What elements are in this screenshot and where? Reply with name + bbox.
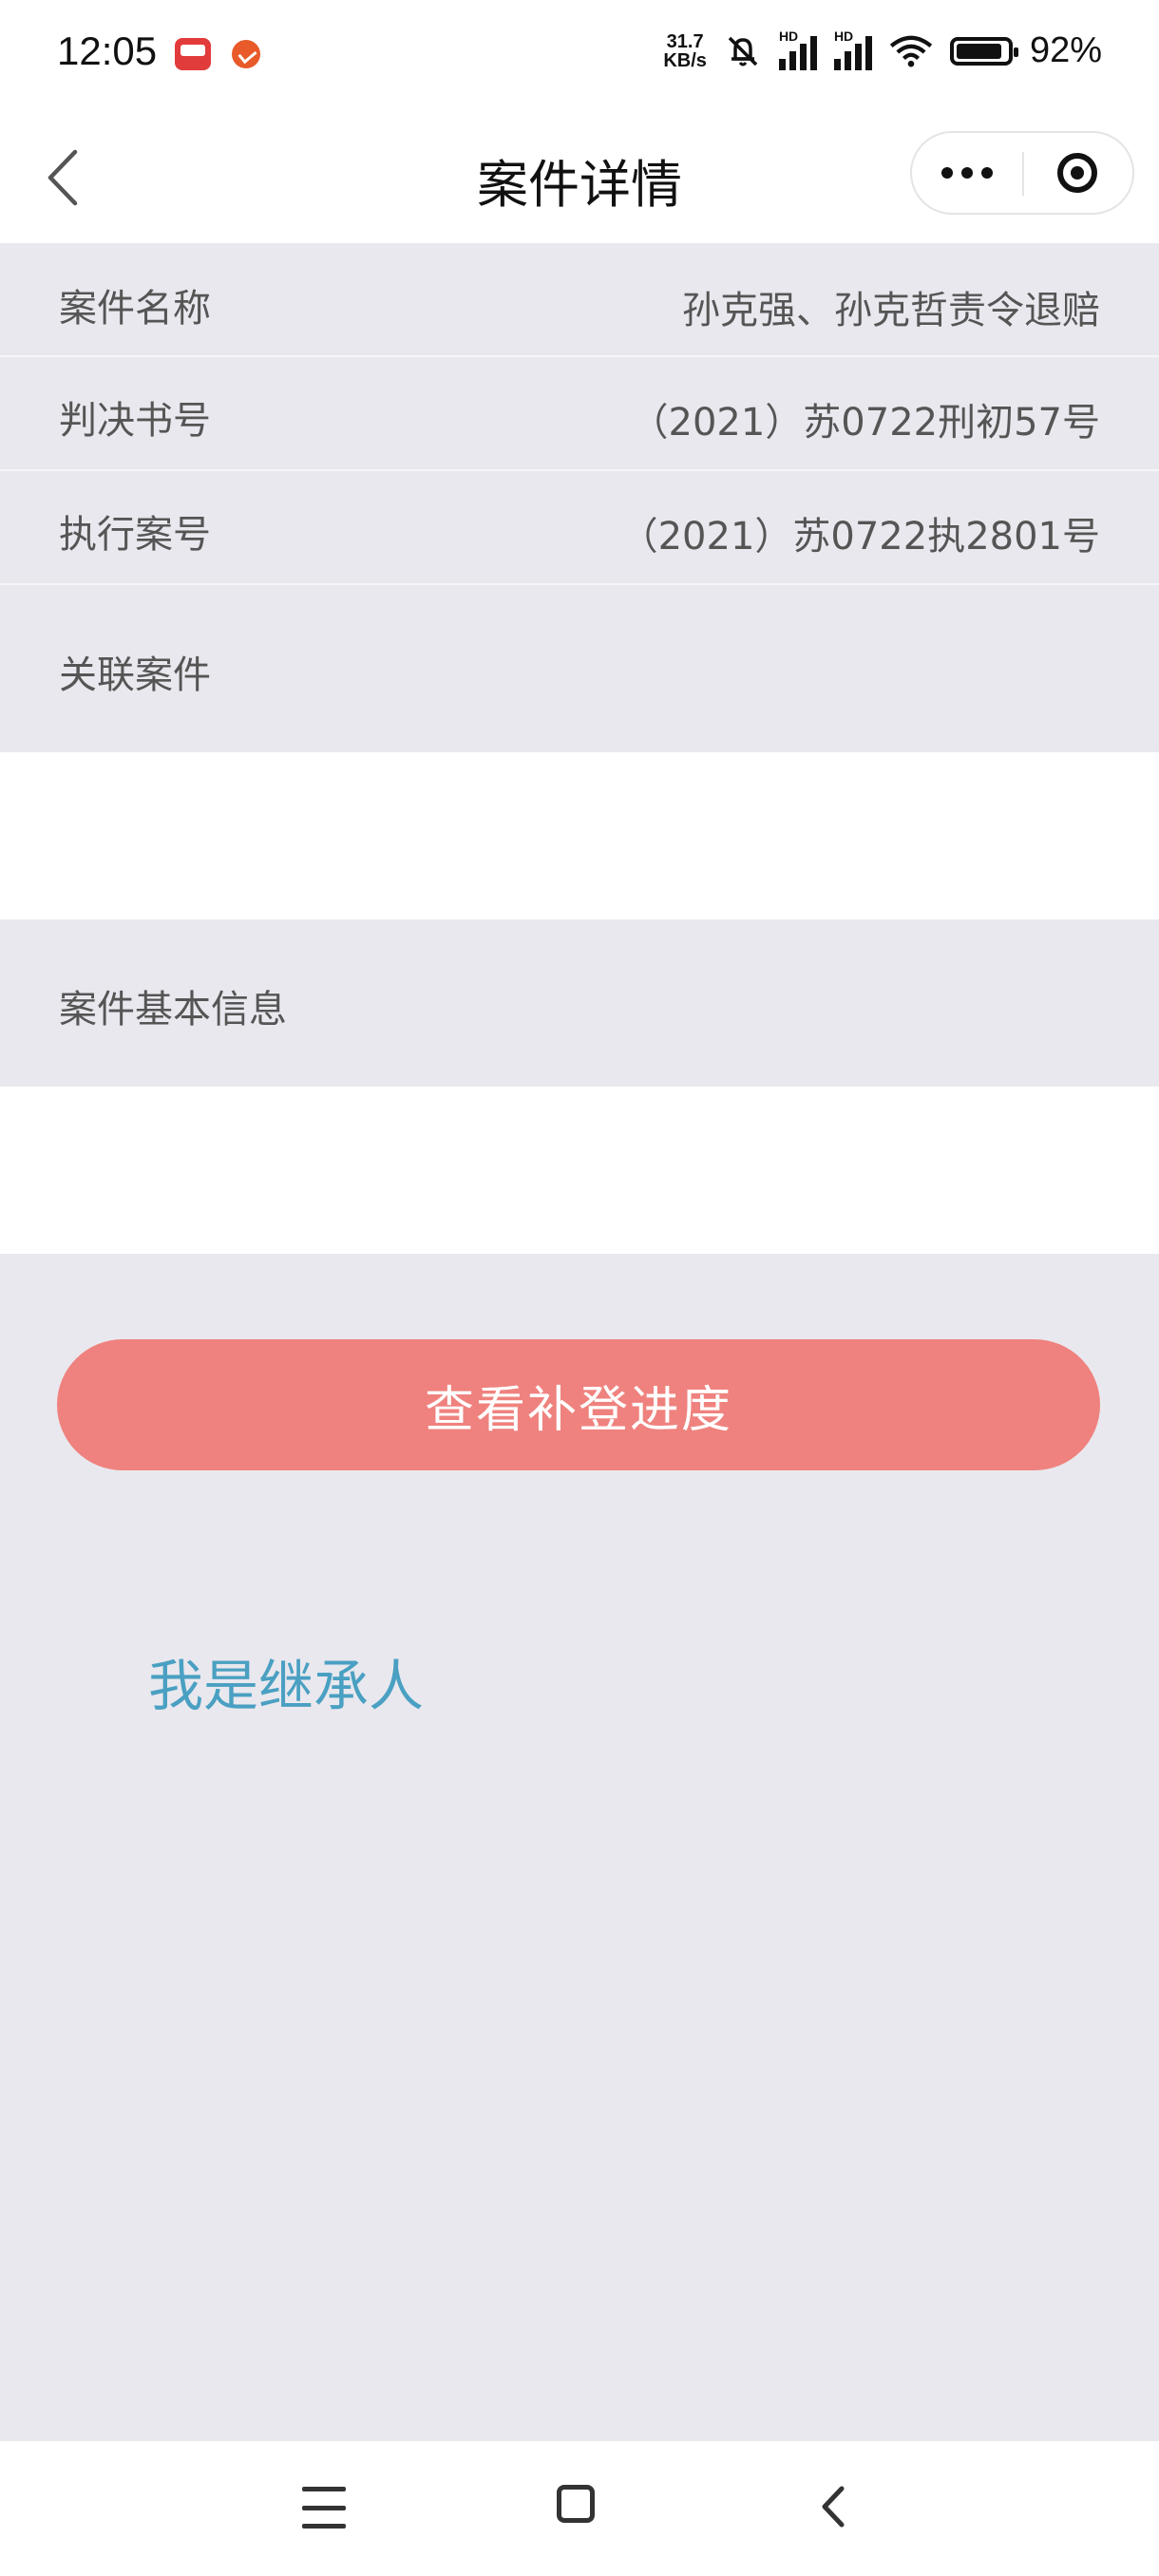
network-speed: 31.7 KB/s xyxy=(663,32,707,70)
cell-signal-1-icon: HD xyxy=(778,28,817,70)
case-name-label: 案件名称 xyxy=(59,287,211,331)
cell-signal-2-icon: HD xyxy=(833,28,872,70)
related-cases-row: 关联案件 xyxy=(0,585,1159,752)
notification-app-icon-2 xyxy=(232,40,260,68)
judgment-number-row: 判决书号 （2021）苏0722刑初57号 xyxy=(0,357,1159,471)
miniprogram-capsule xyxy=(910,131,1134,215)
wifi-icon xyxy=(889,35,933,67)
battery-icon xyxy=(949,36,1018,66)
network-speed-value: 31.7 xyxy=(666,30,704,52)
case-name-value: 孙克强、孙克哲责令退赔 xyxy=(682,289,1100,332)
case-name-row: 案件名称 孙克强、孙克哲责令退赔 xyxy=(0,243,1159,357)
status-time: 12:05 xyxy=(57,28,158,73)
bell-muted-icon xyxy=(728,36,758,66)
execution-number-value: （2021）苏0722执2801号 xyxy=(619,515,1100,559)
menu-line xyxy=(302,2524,346,2529)
home-button[interactable] xyxy=(557,2485,595,2523)
chevron-left-icon xyxy=(822,2486,845,2528)
nav-bar: 案件详情 xyxy=(0,112,1159,243)
more-options-button[interactable] xyxy=(912,133,1022,213)
basic-info-content xyxy=(0,1087,1159,1254)
i-am-heir-link[interactable]: 我是继承人 xyxy=(148,1641,424,1721)
judgment-number-value: （2021）苏0722刑初57号 xyxy=(630,401,1101,445)
basic-info-label: 案件基本信息 xyxy=(59,988,287,1032)
more-dots-icon xyxy=(941,167,953,179)
execution-number-label: 执行案号 xyxy=(59,513,211,557)
judgment-number-label: 判决书号 xyxy=(59,399,211,443)
related-cases-content xyxy=(0,752,1159,919)
network-speed-unit: KB/s xyxy=(663,49,707,71)
system-nav-bar xyxy=(0,2441,1159,2576)
battery-percent: 92% xyxy=(1029,30,1102,70)
related-cases-label: 关联案件 xyxy=(59,653,211,697)
menu-line xyxy=(302,2505,346,2510)
basic-info-row: 案件基本信息 xyxy=(0,919,1159,1087)
recent-apps-button[interactable] xyxy=(302,2487,346,2529)
hd-tag: HD xyxy=(833,28,854,44)
hd-tag: HD xyxy=(778,28,799,44)
battery-fill xyxy=(956,43,1002,59)
status-bar: 12:05 31.7 KB/s HD HD 92% xyxy=(0,0,1159,112)
more-dots-icon xyxy=(981,167,993,179)
execution-number-row: 执行案号 （2021）苏0722执2801号 xyxy=(0,471,1159,585)
close-miniprogram-button[interactable] xyxy=(1022,133,1132,213)
status-indicators: 31.7 KB/s HD HD 92% xyxy=(663,28,1102,71)
system-back-button[interactable] xyxy=(813,2485,857,2529)
more-dots-icon xyxy=(961,167,973,179)
target-circle-icon xyxy=(1057,153,1097,193)
view-progress-button[interactable]: 查看补登进度 xyxy=(57,1339,1100,1470)
notification-app-icon xyxy=(175,38,211,70)
menu-line xyxy=(302,2487,346,2491)
